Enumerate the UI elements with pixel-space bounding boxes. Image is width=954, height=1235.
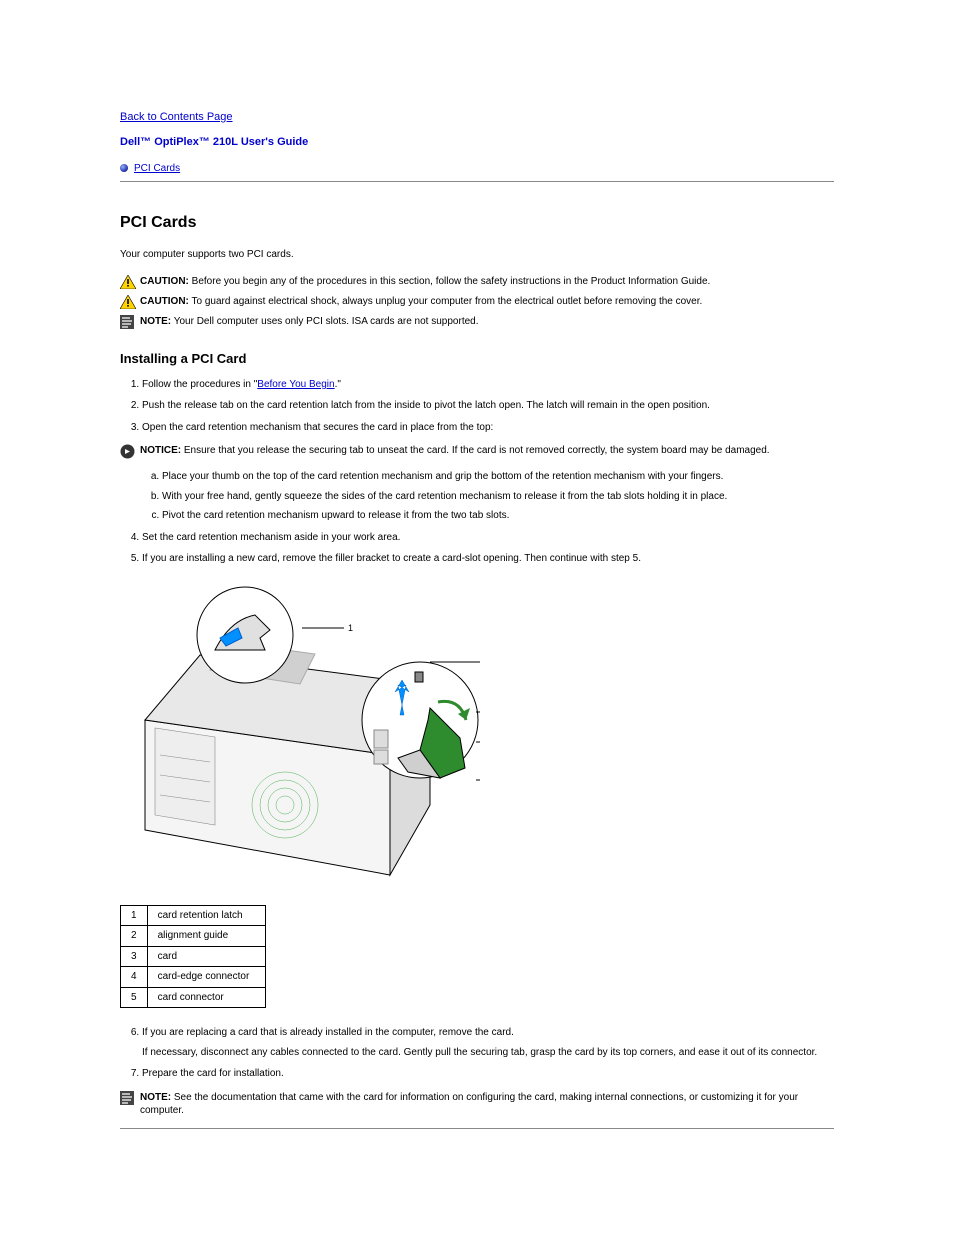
step-6: If you are replacing a card that is alre… <box>142 1026 834 1059</box>
toc-link-pci-cards[interactable]: PCI Cards <box>134 162 180 176</box>
step-3-text: Open the card retention mechanism that s… <box>142 422 493 433</box>
step-2: Push the release tab on the card retenti… <box>142 399 834 413</box>
callout-label: card-edge connector <box>147 967 265 988</box>
step-6-text: If you are replacing a card that is alre… <box>142 1027 514 1038</box>
caution-icon <box>120 275 140 289</box>
bullet-icon <box>120 164 128 172</box>
step-6-detail: If necessary, disconnect any cables conn… <box>142 1046 834 1060</box>
caution-row-1: CAUTION: Before you begin any of the pro… <box>120 275 834 289</box>
step-3b: With your free hand, gently squeeze the … <box>162 490 834 504</box>
guide-title: Dell™ OptiPlex™ 210L User's Guide <box>120 135 834 150</box>
install-steps: Follow the procedures in "Before You Beg… <box>142 378 834 566</box>
callout-label: card connector <box>147 987 265 1008</box>
callout-num: 2 <box>121 926 148 947</box>
callout-num-1: 1 <box>348 623 353 633</box>
toc-item: PCI Cards <box>120 162 834 176</box>
callout-num: 3 <box>121 946 148 967</box>
intro-text: Your computer supports two PCI cards. <box>120 248 834 262</box>
callout-label: alignment guide <box>147 926 265 947</box>
back-link-top[interactable]: Back to Contents Page <box>120 110 834 125</box>
installing-heading: Installing a PCI Card <box>120 350 834 368</box>
step-1b: ." <box>335 379 341 390</box>
callout-label: card retention latch <box>147 905 265 926</box>
step-3a: Place your thumb on the top of the card … <box>162 470 834 484</box>
divider-bottom <box>120 1128 834 1129</box>
caution-label: CAUTION: <box>140 276 189 287</box>
install-steps-cont: If you are replacing a card that is alre… <box>142 1026 834 1081</box>
step-3: Open the card retention mechanism that s… <box>142 421 834 523</box>
note2-label: NOTE: <box>140 1092 171 1103</box>
notice-row: NOTICE: Ensure that you release the secu… <box>120 444 834 462</box>
note-icon <box>120 315 140 332</box>
callout-num: 1 <box>121 905 148 926</box>
table-row: 2alignment guide <box>121 926 266 947</box>
table-row: 5card connector <box>121 987 266 1008</box>
note2-body: See the documentation that came with the… <box>140 1092 798 1117</box>
table-row: 1card retention latch <box>121 905 266 926</box>
step-5: If you are installing a new card, remove… <box>142 552 834 566</box>
step-4: Set the card retention mechanism aside i… <box>142 531 834 545</box>
note-row: NOTE: Your Dell computer uses only PCI s… <box>120 315 834 332</box>
note-label: NOTE: <box>140 316 171 327</box>
note-row-2: NOTE: See the documentation that came wi… <box>120 1091 834 1118</box>
callout-label: card <box>147 946 265 967</box>
step-1a: Follow the procedures in " <box>142 379 257 390</box>
caution-2-body: To guard against electrical shock, alway… <box>189 296 702 307</box>
caution-1-body: Before you begin any of the procedures i… <box>189 276 710 287</box>
caution-label: CAUTION: <box>140 296 189 307</box>
table-row: 4card-edge connector <box>121 967 266 988</box>
diagram: 1 2 3 4 5 <box>120 580 834 895</box>
divider <box>120 181 834 182</box>
before-you-begin-link[interactable]: Before You Begin <box>257 379 334 390</box>
callout-num: 5 <box>121 987 148 1008</box>
notice-icon <box>120 444 140 462</box>
step-1: Follow the procedures in "Before You Beg… <box>142 378 834 392</box>
note-body: Your Dell computer uses only PCI slots. … <box>171 316 478 327</box>
table-row: 3card <box>121 946 266 967</box>
note2-text: NOTE: See the documentation that came wi… <box>140 1091 834 1118</box>
notice-label: NOTICE: <box>140 445 181 456</box>
caution-2-text: CAUTION: To guard against electrical sho… <box>140 295 834 309</box>
notice-body: Ensure that you release the securing tab… <box>181 445 769 456</box>
notice-text: NOTICE: Ensure that you release the secu… <box>140 444 834 458</box>
note-icon <box>120 1091 140 1108</box>
callout-table: 1card retention latch 2alignment guide 3… <box>120 905 266 1009</box>
section-heading: PCI Cards <box>120 212 834 234</box>
caution-row-2: CAUTION: To guard against electrical sho… <box>120 295 834 309</box>
step-3c: Pivot the card retention mechanism upwar… <box>162 509 834 523</box>
caution-icon <box>120 295 140 309</box>
caution-1-text: CAUTION: Before you begin any of the pro… <box>140 275 834 289</box>
note-text: NOTE: Your Dell computer uses only PCI s… <box>140 315 834 329</box>
callout-num: 4 <box>121 967 148 988</box>
step-7: Prepare the card for installation. <box>142 1067 834 1081</box>
